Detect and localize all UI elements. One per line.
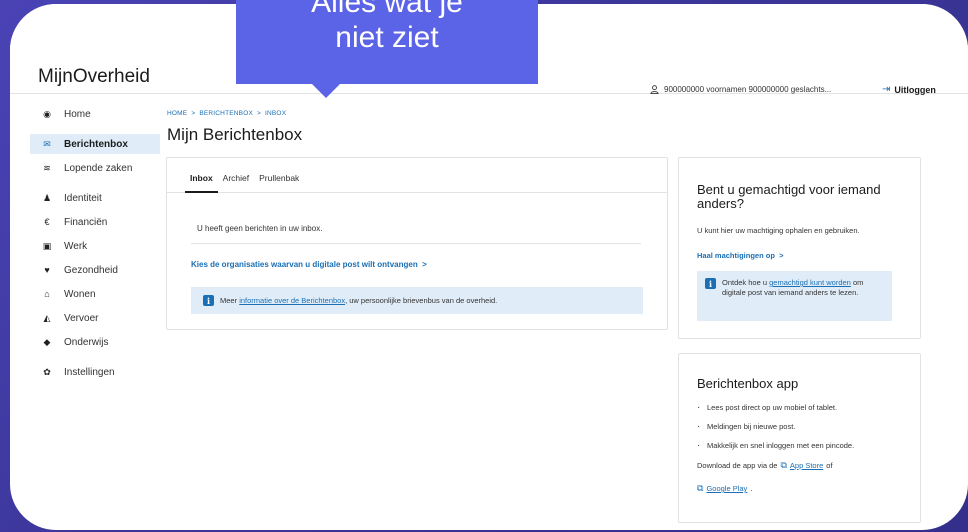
sidebar-item-gezondheid[interactable]: ♥ Gezondheid [30, 260, 160, 280]
app-card: Berichtenbox app Lees post direct op uw … [678, 353, 921, 523]
user-info: 900000000 voornamen 900000000 geslachts.… [650, 85, 831, 94]
sidebar-item-lopende-zaken[interactable]: ≋ Lopende zaken [30, 158, 160, 178]
chevron-right-icon: > [422, 260, 427, 269]
sidebar: ◉ Home ✉ Berichtenbox ≋ Lopende zaken ♟ … [30, 104, 160, 386]
heart-icon: ♥ [44, 265, 50, 275]
info-berichtenbox-link[interactable]: informatie over de Berichtenbox [239, 296, 345, 305]
download-end: . [750, 484, 753, 493]
authorization-info-box: i Ontdek hoe u gemachtigd kunt worden om… [697, 271, 892, 321]
sidebar-item-wonen[interactable]: ⌂ Wonen [30, 284, 160, 304]
become-authorized-link[interactable]: gemachtigd kunt worden [769, 278, 851, 287]
get-authorizations-label: Haal machtigingen op [697, 251, 775, 260]
google-play-line: ⧉ Google Play . [697, 483, 902, 494]
logout-button[interactable]: ⇥ Uitloggen [882, 84, 936, 95]
breadcrumb-separator: > [257, 110, 261, 117]
euro-icon: € [44, 217, 50, 227]
gear-icon: ✿ [43, 366, 51, 377]
logo[interactable]: MijnOverheid [38, 66, 150, 88]
sidebar-item-instellingen[interactable]: ✿ Instellingen [30, 362, 160, 382]
google-play-link[interactable]: Google Play [706, 484, 747, 493]
house-icon: ⌂ [44, 289, 50, 299]
briefcase-icon: ▣ [42, 240, 52, 251]
list-item: Lees post direct op uw mobiel of tablet. [697, 402, 902, 413]
breadcrumb: HOME > BERICHTENBOX > INBOX [167, 110, 286, 117]
tab-archief[interactable]: Archief [218, 158, 254, 193]
authorization-card: Bent u gemachtigd voor iemand anders? U … [678, 157, 921, 339]
tab-inbox[interactable]: Inbox [185, 158, 218, 193]
tab-bar: Inbox Archief Prullenbak [167, 158, 667, 193]
mail-icon: ✉ [43, 138, 51, 149]
sidebar-item-label: Lopende zaken [64, 162, 133, 174]
sidebar-item-vervoer[interactable]: ◭ Vervoer [30, 308, 160, 328]
authorization-info-text: Ontdek hoe u gemachtigd kunt worden om d… [722, 278, 884, 314]
page-title: Mijn Berichtenbox [167, 125, 303, 144]
empty-inbox-message: U heeft geen berichten in uw inbox. [197, 224, 323, 233]
sidebar-item-label: Vervoer [64, 312, 99, 324]
sidebar-item-label: Instellingen [64, 366, 115, 378]
app-feature-list: Lees post direct op uw mobiel of tablet.… [697, 402, 902, 451]
authorization-info-prefix: Ontdek hoe u [722, 278, 768, 287]
authorization-text: U kunt hier uw machtiging ophalen en geb… [697, 226, 860, 235]
sidebar-item-label: Identiteit [64, 192, 102, 204]
user-name: 900000000 voornamen 900000000 geslachts.… [664, 85, 832, 94]
choose-organisations-link[interactable]: Kies de organisaties waarvan u digitale … [191, 260, 427, 269]
list-item: Makkelijk en snel inloggen met een pinco… [697, 440, 902, 451]
stack-icon: ≋ [43, 162, 51, 173]
car-icon: ◭ [43, 312, 51, 323]
sidebar-item-financien[interactable]: € Financiën [30, 212, 160, 232]
divider [191, 243, 641, 244]
info-text: Meer informatie over de Berichtenbox, uw… [220, 296, 497, 305]
sidebar-item-label: Werk [64, 240, 88, 252]
authorization-title: Bent u gemachtigd voor iemand anders? [697, 182, 881, 211]
sidebar-item-label: Gezondheid [64, 264, 118, 276]
sidebar-item-home[interactable]: ◉ Home [30, 104, 160, 124]
breadcrumb-berichtenbox[interactable]: BERICHTENBOX [199, 110, 253, 117]
sidebar-item-berichtenbox[interactable]: ✉ Berichtenbox [30, 134, 160, 154]
sidebar-item-werk[interactable]: ▣ Werk [30, 236, 160, 256]
tab-prullenbak[interactable]: Prullenbak [254, 158, 304, 193]
callout-line-2: niet ziet [335, 21, 439, 54]
breadcrumb-separator: > [191, 110, 196, 117]
chevron-right-icon: > [779, 251, 784, 260]
info-suffix: , uw persoonlijke brievenbus van de over… [345, 296, 498, 305]
callout-banner: Alles wat je niet ziet [236, 0, 538, 84]
sidebar-item-onderwijs[interactable]: ◆ Onderwijs [30, 332, 160, 352]
download-line: Download de app via de ⧉ App Store of [697, 460, 902, 471]
list-item: Meldingen bij nieuwe post. [697, 421, 902, 432]
user-icon [650, 85, 659, 94]
download-mid: of [826, 461, 833, 470]
external-link-icon: ⧉ [697, 483, 704, 493]
sidebar-item-label: Wonen [64, 288, 96, 300]
sidebar-item-label: Berichtenbox [64, 138, 128, 150]
choose-organisations-label: Kies de organisaties waarvan u digitale … [191, 260, 418, 269]
external-link-icon: ⧉ [780, 460, 787, 470]
info-prefix: Meer [220, 296, 238, 305]
breadcrumb-inbox: INBOX [265, 110, 287, 117]
inbox-card: Inbox Archief Prullenbak U heeft geen be… [166, 157, 668, 330]
info-icon: i [203, 295, 214, 306]
app-title: Berichtenbox app [697, 376, 799, 391]
app-store-link[interactable]: App Store [790, 461, 823, 470]
download-prefix: Download de app via de [697, 461, 778, 470]
sidebar-item-label: Home [64, 108, 91, 120]
graduation-cap-icon: ◆ [43, 336, 51, 347]
callout-pointer [312, 84, 340, 98]
logout-label: Uitloggen [894, 84, 936, 95]
info-banner: i Meer informatie over de Berichtenbox, … [191, 287, 643, 314]
sidebar-item-label: Financiën [64, 216, 108, 228]
logout-icon: ⇥ [882, 84, 891, 95]
breadcrumb-home[interactable]: HOME [167, 110, 187, 117]
get-authorizations-link[interactable]: Haal machtigingen op > [697, 251, 902, 260]
home-icon: ◉ [43, 108, 51, 119]
info-icon: i [705, 278, 716, 289]
sidebar-item-identiteit[interactable]: ♟ Identiteit [30, 188, 160, 208]
person-icon: ♟ [42, 192, 52, 203]
sidebar-item-label: Onderwijs [64, 336, 109, 348]
